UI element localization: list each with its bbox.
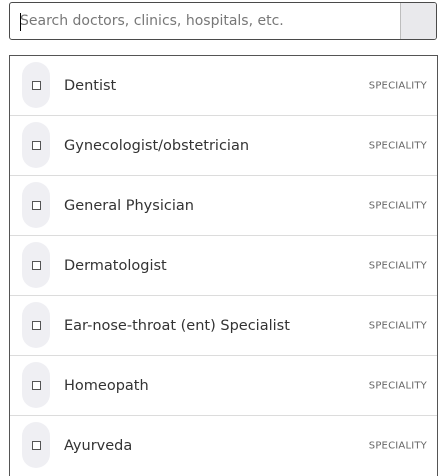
list-item-type: SPECIALITY bbox=[368, 200, 427, 211]
checkbox[interactable] bbox=[31, 200, 41, 210]
list-item[interactable]: Ayurveda SPECIALITY bbox=[10, 416, 437, 476]
checkbox[interactable] bbox=[31, 80, 41, 90]
list-item[interactable]: Ear-nose-throat (ent) Specialist SPECIAL… bbox=[10, 296, 437, 356]
list-item-label: Gynecologist/obstetrician bbox=[64, 137, 250, 154]
checkbox-wrapper[interactable] bbox=[22, 122, 50, 168]
list-item[interactable]: Homeopath SPECIALITY bbox=[10, 356, 437, 416]
list-item[interactable]: Dentist SPECIALITY bbox=[10, 56, 437, 116]
search-bar bbox=[9, 2, 437, 40]
search-input[interactable] bbox=[10, 3, 400, 39]
checkbox-wrapper[interactable] bbox=[22, 62, 50, 108]
checkbox[interactable] bbox=[31, 320, 41, 330]
text-cursor bbox=[20, 13, 21, 31]
list-item-label: General Physician bbox=[64, 197, 194, 214]
checkbox-wrapper[interactable] bbox=[22, 242, 50, 288]
list-item-type: SPECIALITY bbox=[368, 380, 427, 391]
checkbox[interactable] bbox=[31, 140, 41, 150]
checkbox-wrapper[interactable] bbox=[22, 422, 50, 468]
list-item-label: Ear-nose-throat (ent) Specialist bbox=[64, 317, 290, 334]
list-item-type: SPECIALITY bbox=[368, 260, 427, 271]
list-item-label: Ayurveda bbox=[64, 438, 133, 454]
results-list: Dentist SPECIALITY Gynecologist/obstetri… bbox=[9, 55, 438, 476]
checkbox-wrapper[interactable] bbox=[22, 302, 50, 348]
list-item[interactable]: Gynecologist/obstetrician SPECIALITY bbox=[10, 116, 437, 176]
list-item[interactable]: General Physician SPECIALITY bbox=[10, 176, 437, 236]
list-item-type: SPECIALITY bbox=[368, 320, 427, 331]
checkbox-wrapper[interactable] bbox=[22, 362, 50, 408]
list-item[interactable]: Dermatologist SPECIALITY bbox=[10, 236, 437, 296]
checkbox-wrapper[interactable] bbox=[22, 182, 50, 228]
checkbox[interactable] bbox=[31, 260, 41, 270]
checkbox[interactable] bbox=[31, 380, 41, 390]
search-button[interactable] bbox=[400, 3, 436, 39]
list-item-type: SPECIALITY bbox=[368, 80, 427, 91]
list-item-label: Dermatologist bbox=[64, 257, 167, 274]
list-item-label: Homeopath bbox=[64, 377, 149, 394]
list-item-type: SPECIALITY bbox=[368, 440, 427, 452]
list-item-type: SPECIALITY bbox=[368, 140, 427, 151]
checkbox[interactable] bbox=[31, 440, 41, 450]
list-item-label: Dentist bbox=[64, 77, 117, 94]
